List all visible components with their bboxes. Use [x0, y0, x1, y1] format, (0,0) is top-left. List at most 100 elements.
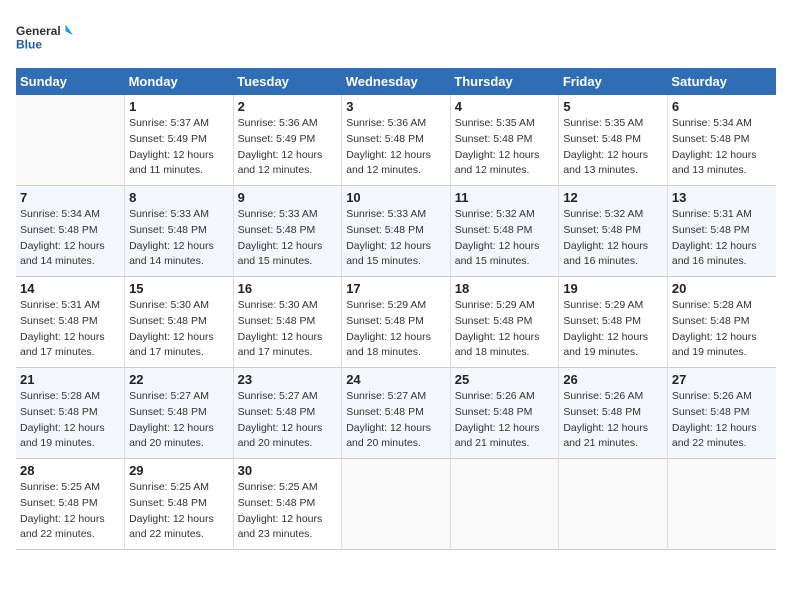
calendar-cell: 12 Sunrise: 5:32 AM Sunset: 5:48 PM Dayli… — [559, 186, 668, 277]
day-number: 4 — [455, 99, 555, 114]
day-detail: Sunrise: 5:25 AM Sunset: 5:48 PM Dayligh… — [238, 480, 338, 543]
day-detail: Sunrise: 5:26 AM Sunset: 5:48 PM Dayligh… — [455, 389, 555, 452]
day-number: 2 — [238, 99, 338, 114]
calendar-cell: 8 Sunrise: 5:33 AM Sunset: 5:48 PM Daylig… — [125, 186, 234, 277]
day-detail: Sunrise: 5:26 AM Sunset: 5:48 PM Dayligh… — [563, 389, 663, 452]
calendar-cell: 26 Sunrise: 5:26 AM Sunset: 5:48 PM Dayli… — [559, 368, 668, 459]
calendar-cell: 1 Sunrise: 5:37 AM Sunset: 5:49 PM Daylig… — [125, 95, 234, 186]
calendar-week-row: 28 Sunrise: 5:25 AM Sunset: 5:48 PM Dayli… — [16, 459, 776, 550]
day-number: 10 — [346, 190, 446, 205]
logo-svg: General Blue — [16, 16, 76, 60]
calendar-cell: 17 Sunrise: 5:29 AM Sunset: 5:48 PM Dayli… — [342, 277, 451, 368]
calendar-cell: 28 Sunrise: 5:25 AM Sunset: 5:48 PM Dayli… — [16, 459, 125, 550]
day-detail: Sunrise: 5:37 AM Sunset: 5:49 PM Dayligh… — [129, 116, 229, 179]
page-header: General Blue — [16, 16, 776, 60]
day-detail: Sunrise: 5:29 AM Sunset: 5:48 PM Dayligh… — [563, 298, 663, 361]
day-number: 24 — [346, 372, 446, 387]
day-number: 28 — [20, 463, 120, 478]
day-detail: Sunrise: 5:32 AM Sunset: 5:48 PM Dayligh… — [455, 207, 555, 270]
day-number: 19 — [563, 281, 663, 296]
day-detail: Sunrise: 5:34 AM Sunset: 5:48 PM Dayligh… — [672, 116, 772, 179]
day-detail: Sunrise: 5:35 AM Sunset: 5:48 PM Dayligh… — [455, 116, 555, 179]
calendar-cell: 29 Sunrise: 5:25 AM Sunset: 5:48 PM Dayli… — [125, 459, 234, 550]
day-number: 15 — [129, 281, 229, 296]
calendar-cell: 3 Sunrise: 5:36 AM Sunset: 5:48 PM Daylig… — [342, 95, 451, 186]
day-number: 12 — [563, 190, 663, 205]
calendar-cell — [667, 459, 776, 550]
day-number: 13 — [672, 190, 772, 205]
calendar-cell: 16 Sunrise: 5:30 AM Sunset: 5:48 PM Dayli… — [233, 277, 342, 368]
calendar-cell: 27 Sunrise: 5:26 AM Sunset: 5:48 PM Dayli… — [667, 368, 776, 459]
weekday-header-monday: Monday — [125, 68, 234, 95]
day-number: 9 — [238, 190, 338, 205]
day-number: 5 — [563, 99, 663, 114]
calendar-cell: 19 Sunrise: 5:29 AM Sunset: 5:48 PM Dayli… — [559, 277, 668, 368]
calendar-cell: 13Sunrise: 5:31 AM Sunset: 5:48 PM Dayli… — [667, 186, 776, 277]
day-number: 16 — [238, 281, 338, 296]
day-detail: Sunrise: 5:29 AM Sunset: 5:48 PM Dayligh… — [455, 298, 555, 361]
calendar-cell — [342, 459, 451, 550]
weekday-header-thursday: Thursday — [450, 68, 559, 95]
calendar-week-row: 14 Sunrise: 5:31 AM Sunset: 5:48 PM Dayli… — [16, 277, 776, 368]
day-detail: Sunrise: 5:29 AM Sunset: 5:48 PM Dayligh… — [346, 298, 446, 361]
calendar-cell — [450, 459, 559, 550]
day-number: 20 — [672, 281, 772, 296]
day-detail: Sunrise: 5:33 AM Sunset: 5:48 PM Dayligh… — [129, 207, 229, 270]
calendar-cell: 14 Sunrise: 5:31 AM Sunset: 5:48 PM Dayli… — [16, 277, 125, 368]
day-number: 3 — [346, 99, 446, 114]
calendar-week-row: 21Sunrise: 5:28 AM Sunset: 5:48 PM Dayli… — [16, 368, 776, 459]
calendar-cell: 2Sunrise: 5:36 AM Sunset: 5:49 PM Daylig… — [233, 95, 342, 186]
weekday-header-row: SundayMondayTuesdayWednesdayThursdayFrid… — [16, 68, 776, 95]
day-detail: Sunrise: 5:33 AM Sunset: 5:48 PM Dayligh… — [346, 207, 446, 270]
day-detail: Sunrise: 5:32 AM Sunset: 5:48 PM Dayligh… — [563, 207, 663, 270]
day-number: 6 — [672, 99, 772, 114]
day-number: 22 — [129, 372, 229, 387]
svg-text:Blue: Blue — [16, 38, 42, 52]
weekday-header-saturday: Saturday — [667, 68, 776, 95]
calendar-cell: 21Sunrise: 5:28 AM Sunset: 5:48 PM Dayli… — [16, 368, 125, 459]
calendar-cell: 23 Sunrise: 5:27 AM Sunset: 5:48 PM Dayli… — [233, 368, 342, 459]
day-detail: Sunrise: 5:30 AM Sunset: 5:48 PM Dayligh… — [129, 298, 229, 361]
day-number: 14 — [20, 281, 120, 296]
calendar-cell: 11 Sunrise: 5:32 AM Sunset: 5:48 PM Dayli… — [450, 186, 559, 277]
day-detail: Sunrise: 5:31 AM Sunset: 5:48 PM Dayligh… — [20, 298, 120, 361]
day-detail: Sunrise: 5:25 AM Sunset: 5:48 PM Dayligh… — [129, 480, 229, 543]
calendar-cell: 10 Sunrise: 5:33 AM Sunset: 5:48 PM Dayli… — [342, 186, 451, 277]
day-detail: Sunrise: 5:34 AM Sunset: 5:48 PM Dayligh… — [20, 207, 120, 270]
day-detail: Sunrise: 5:27 AM Sunset: 5:48 PM Dayligh… — [238, 389, 338, 452]
day-number: 29 — [129, 463, 229, 478]
weekday-header-sunday: Sunday — [16, 68, 125, 95]
day-detail: Sunrise: 5:27 AM Sunset: 5:48 PM Dayligh… — [129, 389, 229, 452]
day-detail: Sunrise: 5:28 AM Sunset: 5:48 PM Dayligh… — [672, 298, 772, 361]
calendar-cell: 20 Sunrise: 5:28 AM Sunset: 5:48 PM Dayli… — [667, 277, 776, 368]
day-detail: Sunrise: 5:35 AM Sunset: 5:48 PM Dayligh… — [563, 116, 663, 179]
calendar-cell: 25 Sunrise: 5:26 AM Sunset: 5:48 PM Dayli… — [450, 368, 559, 459]
weekday-header-tuesday: Tuesday — [233, 68, 342, 95]
day-number: 1 — [129, 99, 229, 114]
day-number: 17 — [346, 281, 446, 296]
calendar-week-row: 7 Sunrise: 5:34 AM Sunset: 5:48 PM Daylig… — [16, 186, 776, 277]
calendar-cell: 6 Sunrise: 5:34 AM Sunset: 5:48 PM Daylig… — [667, 95, 776, 186]
day-number: 7 — [20, 190, 120, 205]
day-number: 11 — [455, 190, 555, 205]
calendar-cell — [559, 459, 668, 550]
day-detail: Sunrise: 5:36 AM Sunset: 5:48 PM Dayligh… — [346, 116, 446, 179]
day-detail: Sunrise: 5:25 AM Sunset: 5:48 PM Dayligh… — [20, 480, 120, 543]
day-detail: Sunrise: 5:33 AM Sunset: 5:48 PM Dayligh… — [238, 207, 338, 270]
calendar-cell: 18Sunrise: 5:29 AM Sunset: 5:48 PM Dayli… — [450, 277, 559, 368]
calendar-cell — [16, 95, 125, 186]
calendar-table: SundayMondayTuesdayWednesdayThursdayFrid… — [16, 68, 776, 550]
calendar-week-row: 1 Sunrise: 5:37 AM Sunset: 5:49 PM Daylig… — [16, 95, 776, 186]
day-number: 23 — [238, 372, 338, 387]
day-detail: Sunrise: 5:28 AM Sunset: 5:48 PM Dayligh… — [20, 389, 120, 452]
day-detail: Sunrise: 5:26 AM Sunset: 5:48 PM Dayligh… — [672, 389, 772, 452]
day-number: 8 — [129, 190, 229, 205]
day-detail: Sunrise: 5:27 AM Sunset: 5:48 PM Dayligh… — [346, 389, 446, 452]
day-number: 27 — [672, 372, 772, 387]
day-number: 26 — [563, 372, 663, 387]
day-number: 25 — [455, 372, 555, 387]
calendar-cell: 7 Sunrise: 5:34 AM Sunset: 5:48 PM Daylig… — [16, 186, 125, 277]
weekday-header-wednesday: Wednesday — [342, 68, 451, 95]
weekday-header-friday: Friday — [559, 68, 668, 95]
day-detail: Sunrise: 5:30 AM Sunset: 5:48 PM Dayligh… — [238, 298, 338, 361]
